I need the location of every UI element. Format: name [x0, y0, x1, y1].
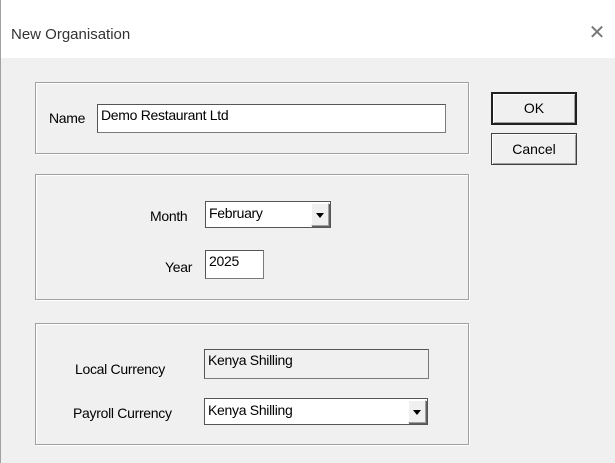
month-label: Month: [150, 208, 188, 224]
title-bar: New Organisation ✕: [1, 0, 615, 58]
chevron-down-icon: [316, 212, 324, 218]
month-value: February: [209, 205, 263, 221]
window-title: New Organisation: [11, 26, 131, 43]
payroll-currency-dropdown[interactable]: Kenya Shilling: [204, 398, 428, 425]
payroll-currency-dropdown-button[interactable]: [408, 400, 426, 423]
period-group: [35, 174, 469, 300]
local-currency-label: Local Currency: [75, 361, 165, 377]
month-dropdown[interactable]: February: [205, 201, 331, 228]
local-currency-field: Kenya Shilling: [204, 349, 429, 379]
payroll-currency-value: Kenya Shilling: [208, 402, 293, 418]
new-organisation-dialog: New Organisation ✕ Name Demo Restaurant …: [0, 0, 615, 463]
ok-button[interactable]: OK: [491, 92, 577, 125]
close-icon[interactable]: ✕: [587, 22, 607, 42]
month-dropdown-button[interactable]: [311, 203, 329, 226]
name-label: Name: [49, 110, 86, 126]
year-input[interactable]: 2025: [205, 250, 264, 279]
year-label: Year: [165, 259, 193, 275]
currency-group: [35, 323, 469, 445]
name-input[interactable]: Demo Restaurant Ltd: [97, 104, 446, 133]
cancel-button[interactable]: Cancel: [491, 133, 577, 165]
chevron-down-icon: [413, 409, 421, 415]
payroll-currency-label: Payroll Currency: [73, 405, 172, 421]
